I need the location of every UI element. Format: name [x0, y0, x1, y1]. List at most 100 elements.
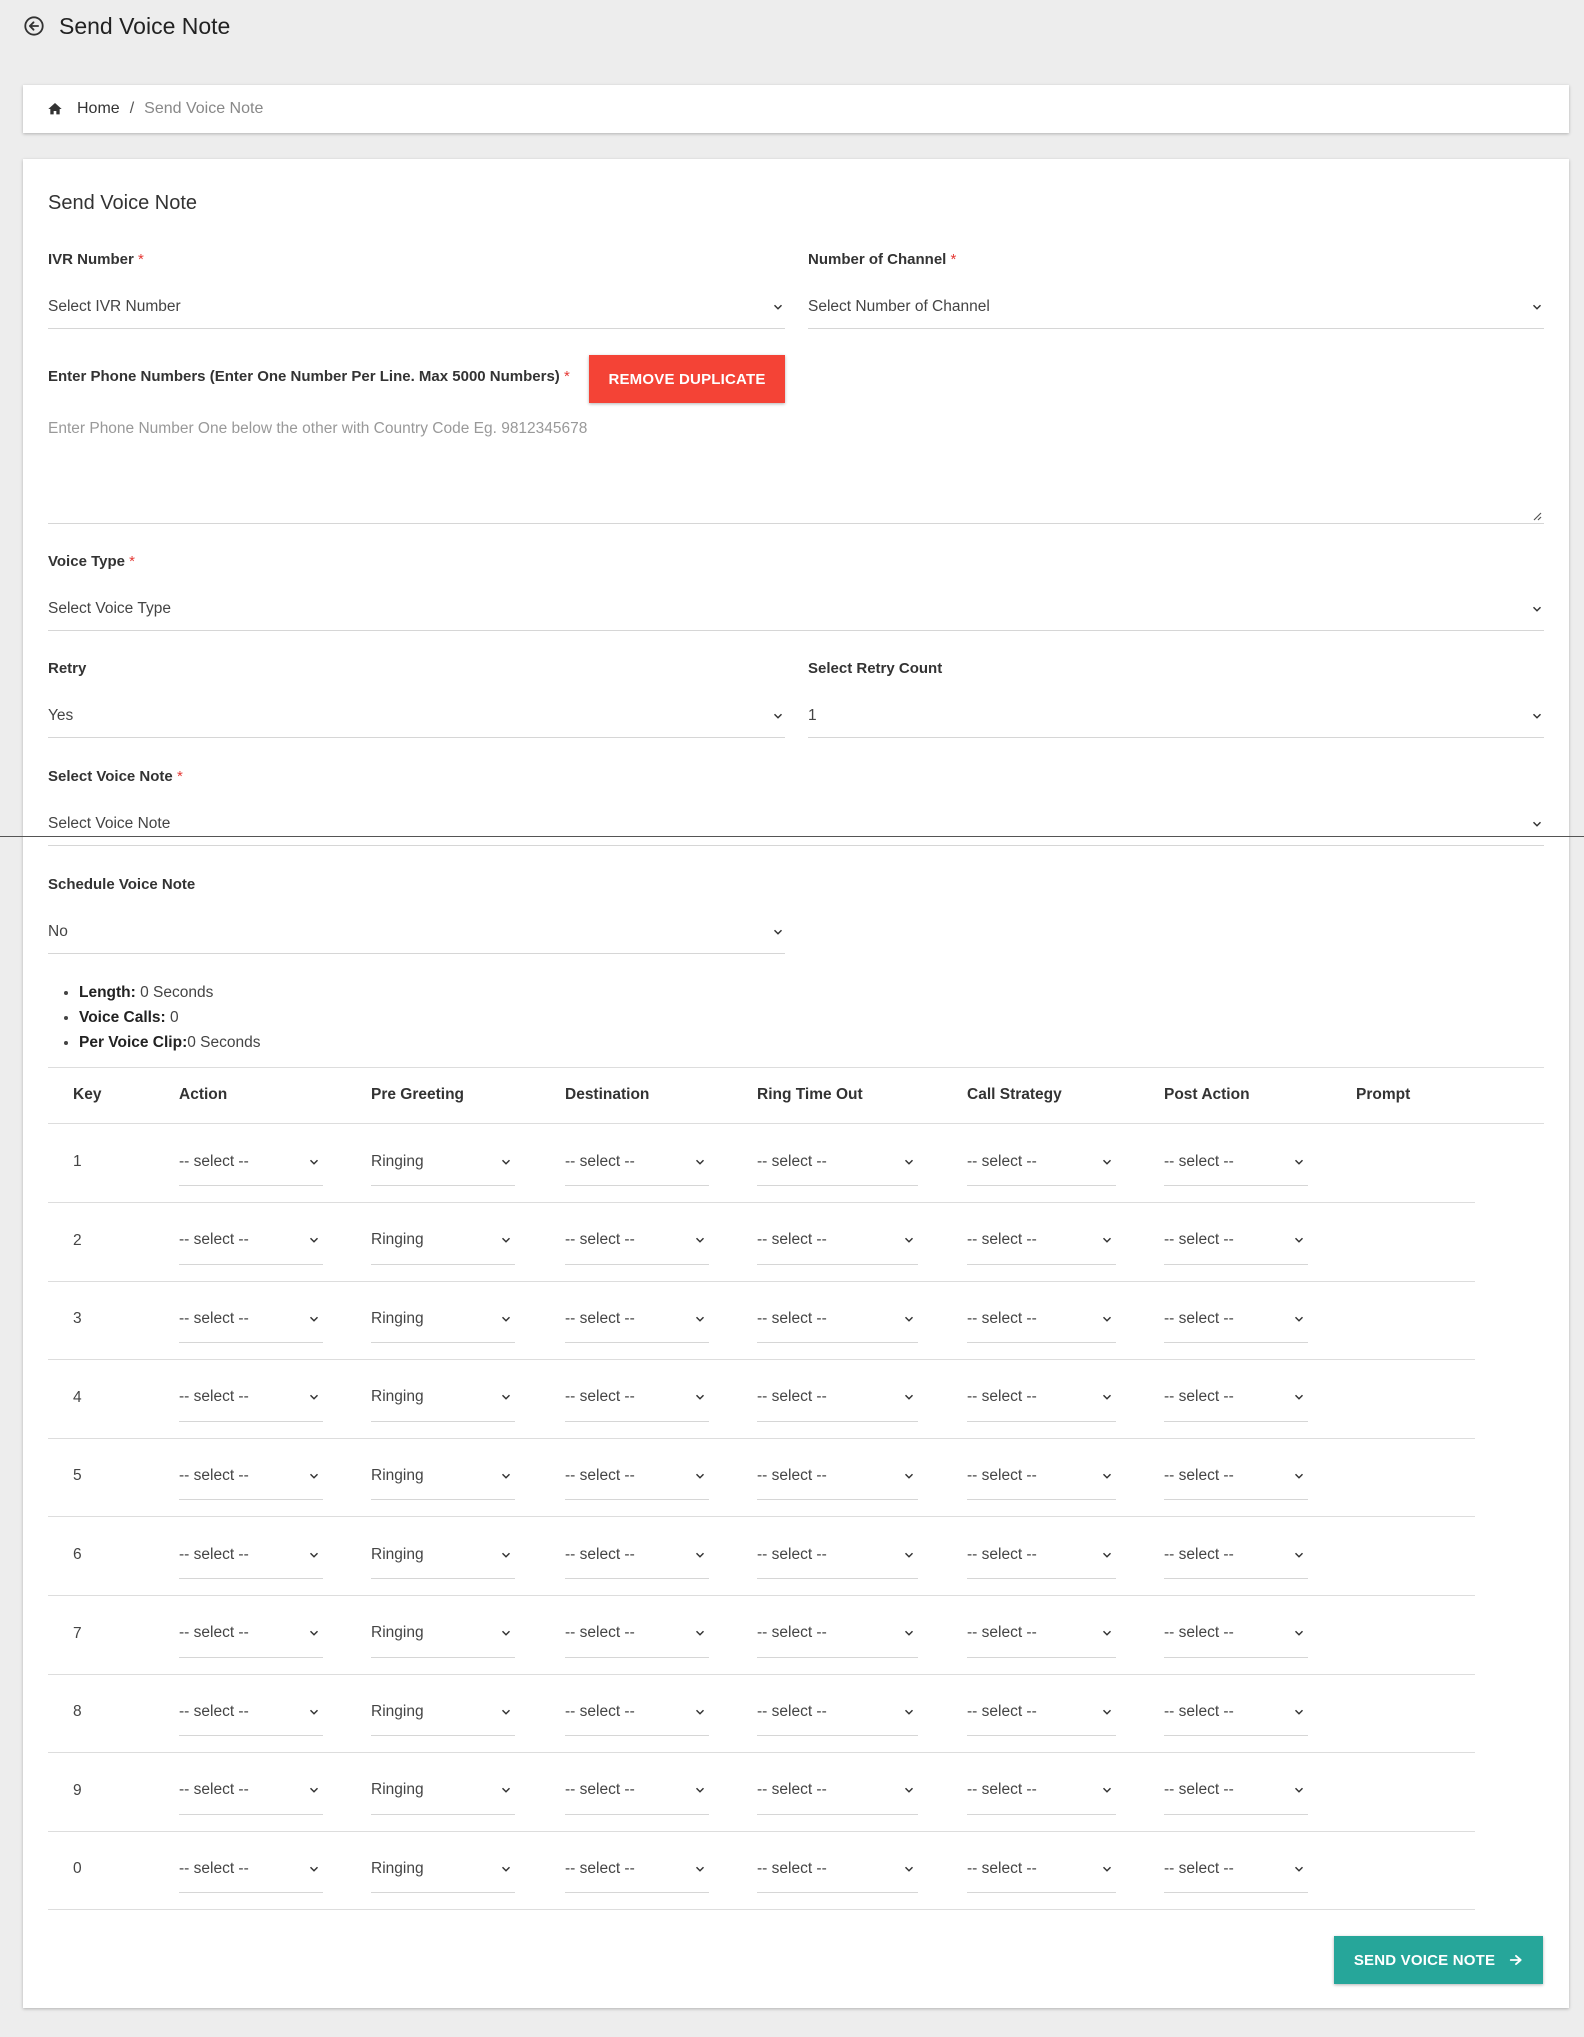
call-strategy-select[interactable]: -- select -- [967, 1531, 1116, 1579]
post-action-select-value: -- select -- [1164, 1466, 1234, 1484]
post-action-select[interactable]: -- select -- [1164, 1845, 1308, 1894]
pre-greeting-select[interactable]: Ringing [371, 1295, 515, 1344]
pre-greeting-select[interactable]: Ringing [371, 1845, 515, 1894]
call-strategy-select[interactable]: -- select -- [967, 1452, 1116, 1501]
action-select[interactable]: -- select -- [179, 1138, 323, 1186]
post-action-select[interactable]: -- select -- [1164, 1374, 1308, 1422]
header-call-strategy: Call Strategy [967, 1086, 1062, 1103]
call-strategy-select[interactable]: -- select -- [967, 1610, 1116, 1658]
post-action-select[interactable]: -- select -- [1164, 1452, 1308, 1501]
chevron-down-icon [1532, 304, 1542, 310]
chevron-down-icon [309, 1316, 319, 1322]
retry-select[interactable]: Yes [48, 694, 785, 738]
pre-greeting-select[interactable]: Ringing [371, 1217, 515, 1265]
channel-select[interactable]: Select Number of Channel [808, 285, 1544, 329]
post-action-select[interactable]: -- select -- [1164, 1295, 1308, 1344]
post-action-select[interactable]: -- select -- [1164, 1531, 1308, 1579]
pre-greeting-select[interactable]: Ringing [371, 1610, 515, 1658]
ring-timeout-select[interactable]: -- select -- [757, 1531, 918, 1579]
chevron-down-icon [773, 304, 783, 310]
call-strategy-select[interactable]: -- select -- [967, 1217, 1116, 1265]
required-marker: * [563, 368, 570, 385]
call-strategy-select[interactable]: -- select -- [967, 1767, 1116, 1815]
destination-select[interactable]: -- select -- [565, 1531, 709, 1579]
phone-numbers-textarea[interactable]: Enter Phone Number One below the other w… [48, 407, 1544, 524]
call-strategy-select[interactable]: -- select -- [967, 1845, 1116, 1894]
post-action-select[interactable]: -- select -- [1164, 1767, 1308, 1815]
destination-select[interactable]: -- select -- [565, 1217, 709, 1265]
retry-count-select[interactable]: 1 [808, 694, 1544, 738]
post-action-select[interactable]: -- select -- [1164, 1217, 1308, 1265]
breadcrumb: Home / Send Voice Note [23, 85, 1569, 133]
ring-timeout-select[interactable]: -- select -- [757, 1767, 918, 1815]
call-strategy-select[interactable]: -- select -- [967, 1138, 1116, 1186]
ring-timeout-select[interactable]: -- select -- [757, 1845, 918, 1894]
stat-length-label: Length: [79, 984, 136, 1001]
ring-timeout-select-value: -- select -- [757, 1309, 827, 1327]
destination-select[interactable]: -- select -- [565, 1688, 709, 1737]
destination-select[interactable]: -- select -- [565, 1845, 709, 1894]
ring-timeout-select[interactable]: -- select -- [757, 1610, 918, 1658]
row-key: 4 [73, 1388, 82, 1406]
header-post-action: Post Action [1164, 1086, 1250, 1103]
destination-select[interactable]: -- select -- [565, 1767, 709, 1815]
row-key: 5 [73, 1467, 82, 1485]
home-icon [48, 103, 62, 115]
action-select[interactable]: -- select -- [179, 1767, 323, 1815]
chevron-down-icon [1294, 1473, 1304, 1479]
pre-greeting-select[interactable]: Ringing [371, 1374, 515, 1422]
ring-timeout-select[interactable]: -- select -- [757, 1452, 918, 1501]
resize-handle-icon[interactable] [1532, 511, 1542, 521]
ring-timeout-select[interactable]: -- select -- [757, 1295, 918, 1344]
destination-select[interactable]: -- select -- [565, 1452, 709, 1501]
back-arrow-icon[interactable] [23, 15, 45, 37]
pre-greeting-select[interactable]: Ringing [371, 1531, 515, 1579]
action-select[interactable]: -- select -- [179, 1217, 323, 1265]
remove-duplicate-button[interactable]: REMOVE DUPLICATE [589, 355, 785, 403]
voice-type-select[interactable]: Select Voice Type [48, 587, 1544, 631]
post-action-select[interactable]: -- select -- [1164, 1610, 1308, 1658]
destination-select[interactable]: -- select -- [565, 1295, 709, 1344]
action-select[interactable]: -- select -- [179, 1845, 323, 1894]
send-voice-note-button[interactable]: SEND VOICE NOTE [1334, 1936, 1543, 1984]
pre-greeting-select-value: Ringing [371, 1388, 424, 1406]
chevron-down-icon [695, 1788, 705, 1794]
action-select[interactable]: -- select -- [179, 1610, 323, 1658]
destination-select[interactable]: -- select -- [565, 1138, 709, 1186]
chevron-down-icon [309, 1866, 319, 1872]
action-select-value: -- select -- [179, 1231, 249, 1249]
post-action-select[interactable]: -- select -- [1164, 1138, 1308, 1186]
arrow-right-icon [1509, 1954, 1522, 1966]
post-action-select[interactable]: -- select -- [1164, 1688, 1308, 1737]
ivr-number-select[interactable]: Select IVR Number [48, 285, 785, 329]
call-strategy-select[interactable]: -- select -- [967, 1688, 1116, 1737]
ring-timeout-select[interactable]: -- select -- [757, 1374, 918, 1422]
pre-greeting-select[interactable]: Ringing [371, 1767, 515, 1815]
pre-greeting-select[interactable]: Ringing [371, 1688, 515, 1737]
call-strategy-select[interactable]: -- select -- [967, 1374, 1116, 1422]
call-strategy-select[interactable]: -- select -- [967, 1295, 1116, 1344]
voice-note-select[interactable]: Select Voice Note [48, 802, 1544, 846]
chevron-down-icon [501, 1866, 511, 1872]
ring-timeout-select[interactable]: -- select -- [757, 1688, 918, 1737]
schedule-select[interactable]: No [48, 910, 785, 954]
destination-select-value: -- select -- [565, 1859, 635, 1877]
ring-timeout-select[interactable]: -- select -- [757, 1138, 918, 1186]
pre-greeting-select[interactable]: Ringing [371, 1138, 515, 1186]
action-select[interactable]: -- select -- [179, 1688, 323, 1737]
action-select[interactable]: -- select -- [179, 1295, 323, 1344]
breadcrumb-home-link[interactable]: Home [77, 100, 120, 118]
destination-select[interactable]: -- select -- [565, 1374, 709, 1422]
pre-greeting-select[interactable]: Ringing [371, 1452, 515, 1501]
action-select[interactable]: -- select -- [179, 1531, 323, 1579]
action-select[interactable]: -- select -- [179, 1374, 323, 1422]
voice-type-label: Voice Type * [48, 553, 135, 570]
ring-timeout-select-value: -- select -- [757, 1702, 827, 1720]
channel-label-text: Number of Channel [808, 251, 947, 268]
destination-select-value: -- select -- [565, 1702, 635, 1720]
action-select[interactable]: -- select -- [179, 1452, 323, 1501]
destination-select[interactable]: -- select -- [565, 1610, 709, 1658]
chevron-down-icon [1532, 821, 1542, 827]
ring-timeout-select-value: -- select -- [757, 1624, 827, 1642]
ring-timeout-select[interactable]: -- select -- [757, 1217, 918, 1265]
